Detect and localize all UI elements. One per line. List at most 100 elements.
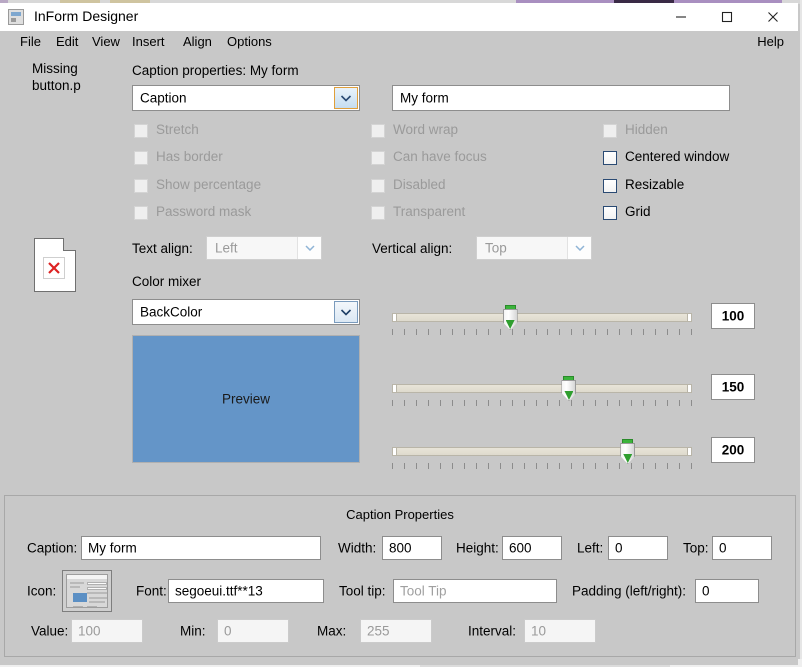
menu-item-align[interactable]: Align <box>177 33 218 51</box>
checkbox-box <box>134 206 148 220</box>
left-input[interactable]: 0 <box>608 536 668 560</box>
properties-title: Caption properties: My form <box>132 63 299 78</box>
broken-image-icon <box>34 238 76 292</box>
menu-item-edit[interactable]: Edit <box>50 33 84 51</box>
application-window: InForm Designer File Edit View Insert Al… <box>0 3 798 665</box>
caption-input[interactable]: My form <box>81 536 321 560</box>
checkbox-label: Transparent <box>393 204 466 219</box>
slider-track[interactable] <box>392 447 692 456</box>
text-align-label: Text align: <box>132 241 193 256</box>
caption-label: Caption: <box>27 540 78 556</box>
page-fold <box>63 238 76 251</box>
main-area: Missing button.p Caption properties: My … <box>0 53 798 493</box>
slider-thumb[interactable] <box>502 305 518 330</box>
height-value: 600 <box>509 540 532 556</box>
missing-asset-line1: Missing <box>32 61 78 76</box>
menu-item-view[interactable]: View <box>86 33 126 51</box>
minimize-button[interactable] <box>658 3 704 31</box>
vertical-align-value: Top <box>485 240 507 256</box>
slider-thumb[interactable] <box>561 376 577 401</box>
chevron-down-icon[interactable] <box>334 87 358 109</box>
width-label: Width: <box>338 540 377 556</box>
menu-item-file[interactable]: File <box>14 33 47 51</box>
slider-track[interactable] <box>392 384 692 393</box>
checkbox-box <box>371 206 385 220</box>
bottom-panel-title: Caption Properties <box>346 507 454 522</box>
chevron-down-icon[interactable] <box>334 301 358 323</box>
form-thumbnail-icon[interactable] <box>62 570 112 612</box>
value-input[interactable]: 100 <box>71 619 143 643</box>
slider-thumb[interactable] <box>620 439 636 464</box>
red-value-input[interactable]: 100 <box>711 303 755 329</box>
text-align-dropdown[interactable]: Left <box>206 236 322 260</box>
properties-pane: Caption properties: My form Caption My f… <box>126 53 796 493</box>
chevron-down-icon[interactable] <box>567 237 591 259</box>
slider-track[interactable] <box>392 313 692 322</box>
padding-label: Padding (left/right): <box>572 583 687 599</box>
checkbox-label: Password mask <box>156 204 252 219</box>
checkbox-label: Stretch <box>156 122 199 137</box>
design-canvas[interactable]: Missing button.p <box>4 53 126 493</box>
min-input[interactable]: 0 <box>217 619 289 643</box>
green-value: 150 <box>721 379 745 395</box>
min-label: Min: <box>180 623 206 639</box>
checkbox-box <box>134 151 148 165</box>
max-input[interactable]: 255 <box>360 619 432 643</box>
font-input[interactable]: segoeui.ttf**13 <box>168 579 324 603</box>
blue-value-input[interactable]: 200 <box>711 437 755 463</box>
slider-ticks <box>392 400 692 408</box>
max-label: Max: <box>317 623 347 639</box>
maximize-button[interactable] <box>704 3 750 31</box>
chevron-down-icon[interactable] <box>297 237 321 259</box>
vertical-align-dropdown[interactable]: Top <box>476 236 592 260</box>
max-value: 255 <box>367 623 390 639</box>
padding-input[interactable]: 0 <box>695 579 759 603</box>
slider-ticks <box>392 329 692 337</box>
checkbox-label: Word wrap <box>393 122 459 137</box>
width-input[interactable]: 800 <box>382 536 442 560</box>
bottom-row-icon-font: Icon: Font: segoeui.ttf**13 Tool tip: To… <box>5 569 795 613</box>
checkbox-box <box>371 179 385 193</box>
element-type-combobox[interactable]: Caption <box>132 85 360 111</box>
icon-label: Icon: <box>27 583 57 599</box>
color-preview-label: Preview <box>221 391 270 407</box>
close-button[interactable] <box>750 3 796 31</box>
red-slider[interactable] <box>392 303 692 337</box>
checkbox-box <box>371 124 385 138</box>
tooltip-input[interactable]: Tool Tip <box>393 579 557 603</box>
tooltip-placeholder: Tool Tip <box>400 583 447 599</box>
interval-input[interactable]: 10 <box>524 619 596 643</box>
title-bar: InForm Designer <box>0 3 798 31</box>
checkbox-label: Grid <box>625 204 651 219</box>
blue-slider[interactable] <box>392 437 692 471</box>
top-value: 0 <box>719 540 727 556</box>
app-icon <box>8 9 24 25</box>
checkbox-label: Centered window <box>625 149 730 164</box>
bottom-row-dimensions: Caption: My form Width: 800 Height: 600 … <box>5 533 795 563</box>
left-label: Left: <box>577 540 604 556</box>
left-value: 0 <box>615 540 623 556</box>
checkbox-box <box>603 179 617 193</box>
menu-item-options[interactable]: Options <box>221 33 278 51</box>
menu-bar: File Edit View Insert Align Options Help <box>0 31 798 55</box>
color-channel-combobox[interactable]: BackColor <box>132 299 360 325</box>
green-slider[interactable] <box>392 374 692 408</box>
checkbox-label: Disabled <box>393 177 446 192</box>
top-input[interactable]: 0 <box>712 536 772 560</box>
interval-label: Interval: <box>468 623 517 639</box>
element-name-input[interactable]: My form <box>392 85 730 111</box>
checkbox-label: Has border <box>156 149 223 164</box>
checkbox-label: Resizable <box>625 177 685 192</box>
interval-value: 10 <box>531 623 547 639</box>
height-input[interactable]: 600 <box>502 536 562 560</box>
menu-item-insert[interactable]: Insert <box>126 33 171 51</box>
checkbox-label: Can have focus <box>393 149 487 164</box>
font-label: Font: <box>136 583 167 599</box>
slider-ticks <box>392 463 692 471</box>
checkbox-box <box>371 151 385 165</box>
blue-value: 200 <box>721 442 745 458</box>
menu-item-help[interactable]: Help <box>751 33 790 51</box>
value-value: 100 <box>78 623 101 639</box>
color-preview-box: Preview <box>132 335 360 463</box>
green-value-input[interactable]: 150 <box>711 374 755 400</box>
